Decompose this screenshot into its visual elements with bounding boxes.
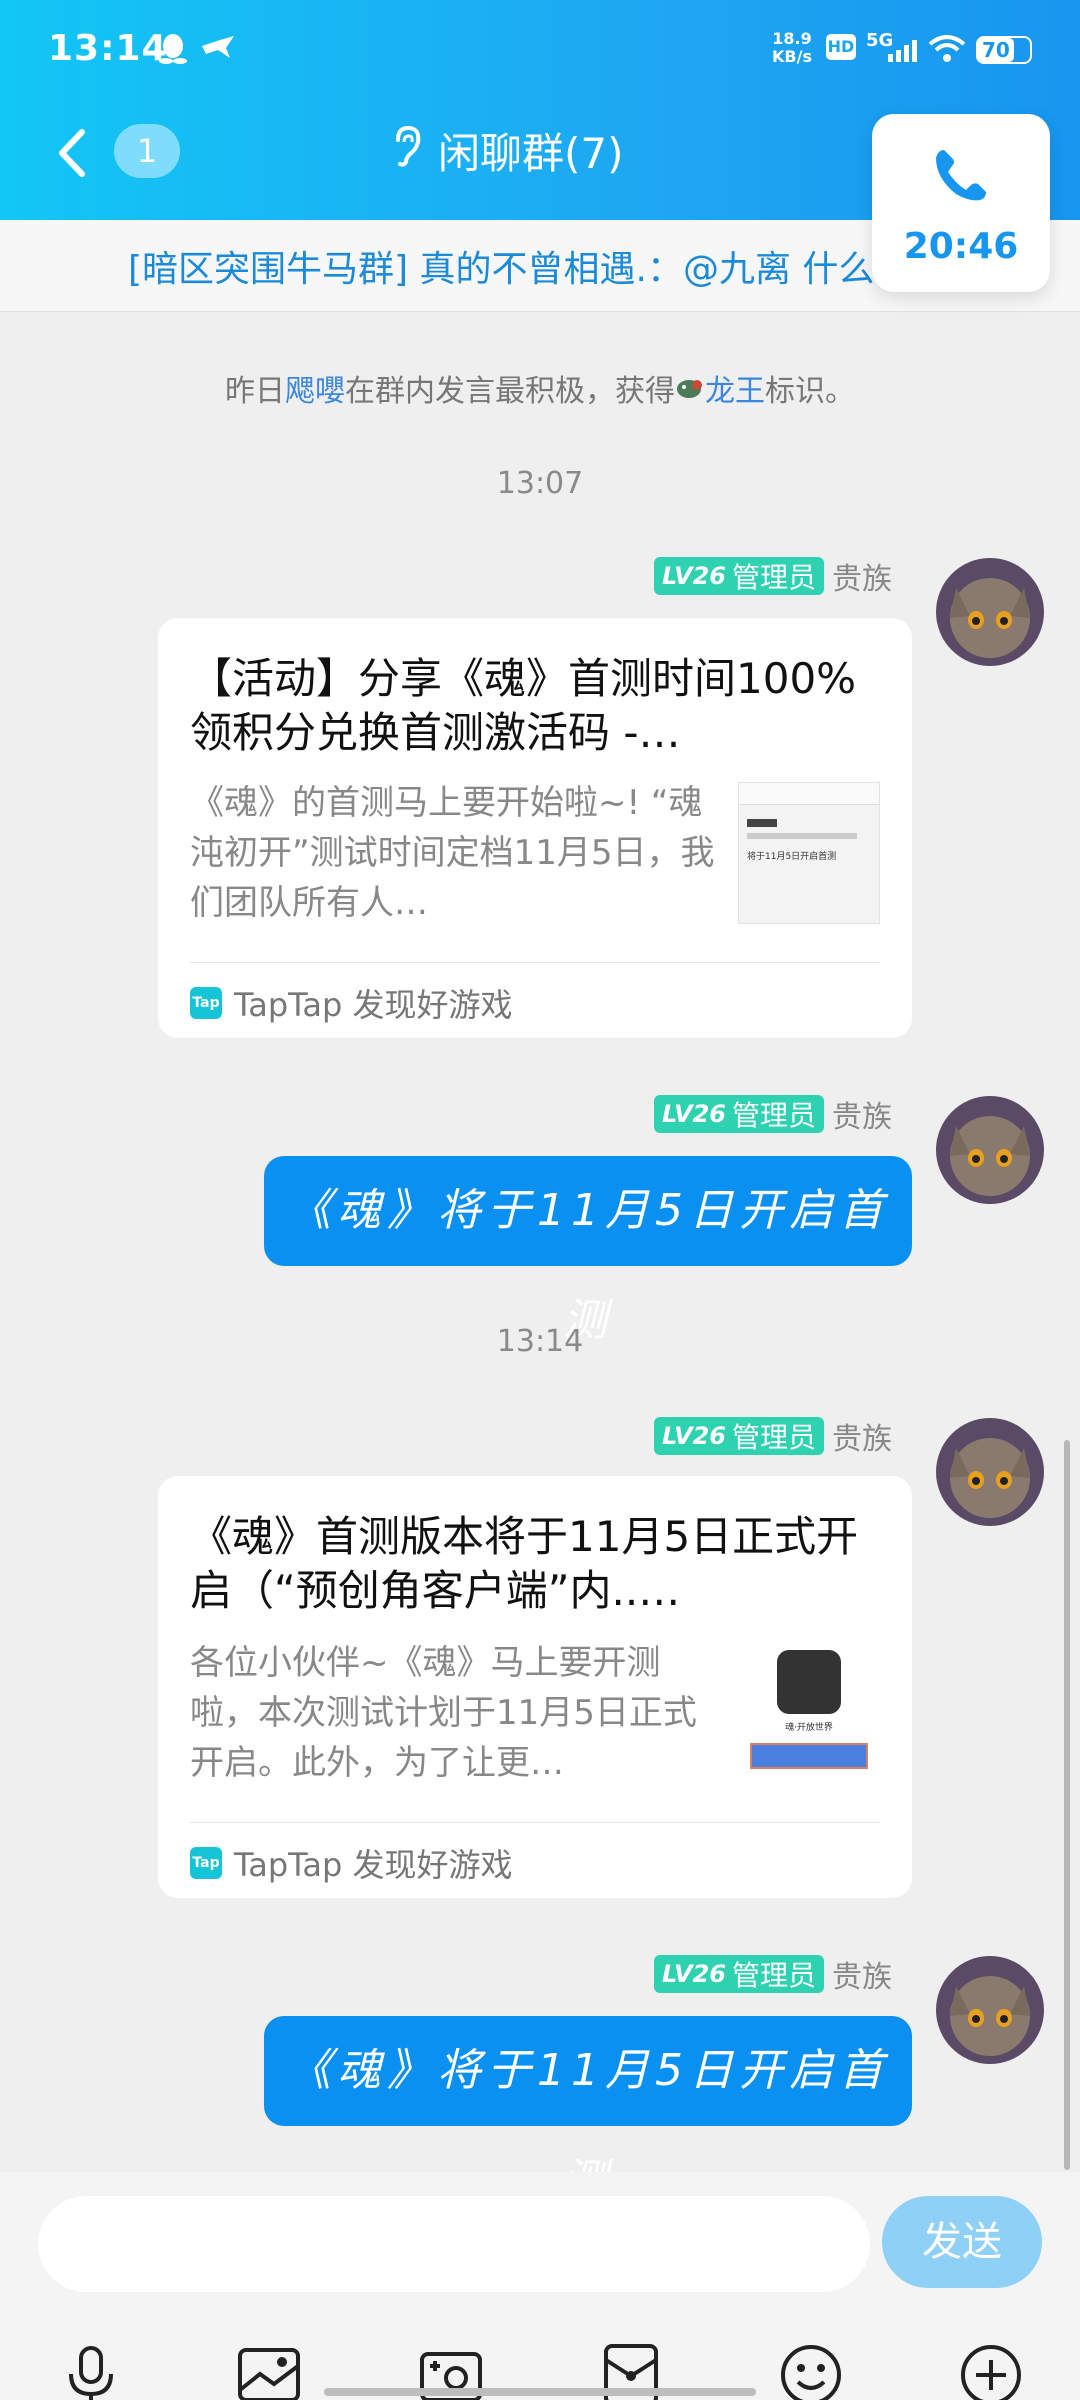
card-thumbnail: 魂·开放世界 [738, 1642, 880, 1784]
card-title: 【活动】分享《魂》首测时间100%领积分兑换首测激活码 -… [190, 654, 857, 757]
sender-tags: LV26 管理员 贵族 [654, 1416, 892, 1457]
message-bubble[interactable]: 《魂》将于11月5日开启首测 [264, 2016, 912, 2206]
ear-icon [390, 124, 424, 184]
wifi-icon [928, 34, 966, 68]
message-bubble[interactable]: 《魂》将于11月5日开启首测 [264, 1156, 912, 1346]
chat-title[interactable]: 闲聊群(7) [390, 124, 624, 184]
system-message: 昨日飔嚶在群内发言最积极，获得 龙王标识。 [225, 374, 855, 409]
card-description: 《魂》的首测马上要开始啦~! “魂沌初开”测试时间定档11月5日，我们团队所有人… [190, 783, 715, 923]
member-rank: 贵族 [832, 1960, 892, 1995]
battery-indicator: 70 [976, 36, 1032, 64]
status-time: 13:14 [48, 28, 168, 69]
sender-tags: LV26 管理员 贵族 [654, 1954, 892, 1995]
card-description: 各位小伙伴~《魂》马上要开测啦，本次测试计划于11月5日正式开启。此外，为了让更… [190, 1643, 697, 1783]
member-rank: 贵族 [832, 1422, 892, 1457]
network-speed: 18.9 KB/s [772, 29, 812, 66]
voice-icon[interactable] [56, 2340, 126, 2400]
app-notification-icon [200, 32, 236, 66]
avatar[interactable] [936, 1096, 1044, 1204]
phone-icon [930, 144, 992, 210]
member-rank: 贵族 [832, 562, 892, 597]
ongoing-call-card[interactable]: 20:46 [872, 114, 1050, 292]
shared-link-card[interactable]: 【活动】分享《魂》首测时间100%领积分兑换首测激活码 -… 《魂》的首测马上要… [158, 618, 912, 1038]
message-input[interactable] [38, 2196, 870, 2292]
avatar[interactable] [936, 1956, 1044, 2064]
card-thumbnail: 将于11月5日开启首测 [738, 782, 880, 924]
card-divider [190, 962, 880, 963]
thumb-caption: 将于11月5日开启首测 [747, 852, 837, 862]
taptap-icon: Tap [190, 1847, 222, 1879]
notice-text: [暗区突围牛马群] 真的不曾相遇.：@九离 什么 [128, 249, 875, 290]
more-icon[interactable] [956, 2340, 1026, 2400]
sender-tags: LV26 管理员 贵族 [654, 1094, 892, 1135]
image-icon[interactable] [234, 2340, 304, 2400]
sender-tags: LV26 管理员 贵族 [654, 556, 892, 597]
unread-count-badge[interactable]: 1 [114, 124, 180, 178]
card-title: 《魂》首测版本将于11月5日正式开启（“预创角客户端”内..… [190, 1512, 859, 1615]
back-button[interactable] [52, 128, 92, 178]
admin-level-tag: LV26 管理员 [654, 1417, 824, 1455]
qq-penguin-icon [158, 32, 188, 70]
send-button[interactable]: 发送 [882, 2196, 1042, 2288]
avatar[interactable] [936, 1418, 1044, 1526]
thumb-caption: 魂·开放世界 [785, 1723, 833, 1733]
signal-icon [888, 40, 918, 66]
member-rank: 贵族 [832, 1100, 892, 1135]
home-indicator[interactable] [324, 2388, 756, 2396]
shared-link-card[interactable]: 《魂》首测版本将于11月5日正式开启（“预创角客户端”内..… 各位小伙伴~《魂… [158, 1476, 912, 1898]
avatar[interactable] [936, 558, 1044, 666]
input-bar: 发送 [0, 2172, 1080, 2400]
dragon-king-icon [675, 374, 705, 409]
system-message-user[interactable]: 飔嚶 [285, 374, 345, 409]
emoji-icon[interactable] [776, 2340, 846, 2400]
card-source: Tap TapTap 发现好游戏 [190, 980, 513, 1026]
admin-level-tag: LV26 管理员 [654, 557, 824, 595]
dragon-king-title[interactable]: 龙王 [705, 374, 765, 409]
status-bar: 13:14 18.9 KB/s HD 5G 70 [0, 0, 1080, 100]
call-duration: 20:46 [903, 226, 1019, 267]
taptap-icon: Tap [190, 987, 222, 1019]
admin-level-tag: LV26 管理员 [654, 1095, 824, 1133]
chat-scrollbar[interactable] [1064, 1440, 1070, 2170]
card-divider [190, 1822, 880, 1823]
timestamp: 13:07 [496, 466, 584, 501]
timestamp: 13:14 [496, 1324, 584, 1359]
card-source: Tap TapTap 发现好游戏 [190, 1840, 513, 1886]
admin-level-tag: LV26 管理员 [654, 1955, 824, 1993]
hd-voice-badge: HD [826, 34, 856, 60]
chat-title-text: 闲聊群(7) [438, 129, 624, 178]
